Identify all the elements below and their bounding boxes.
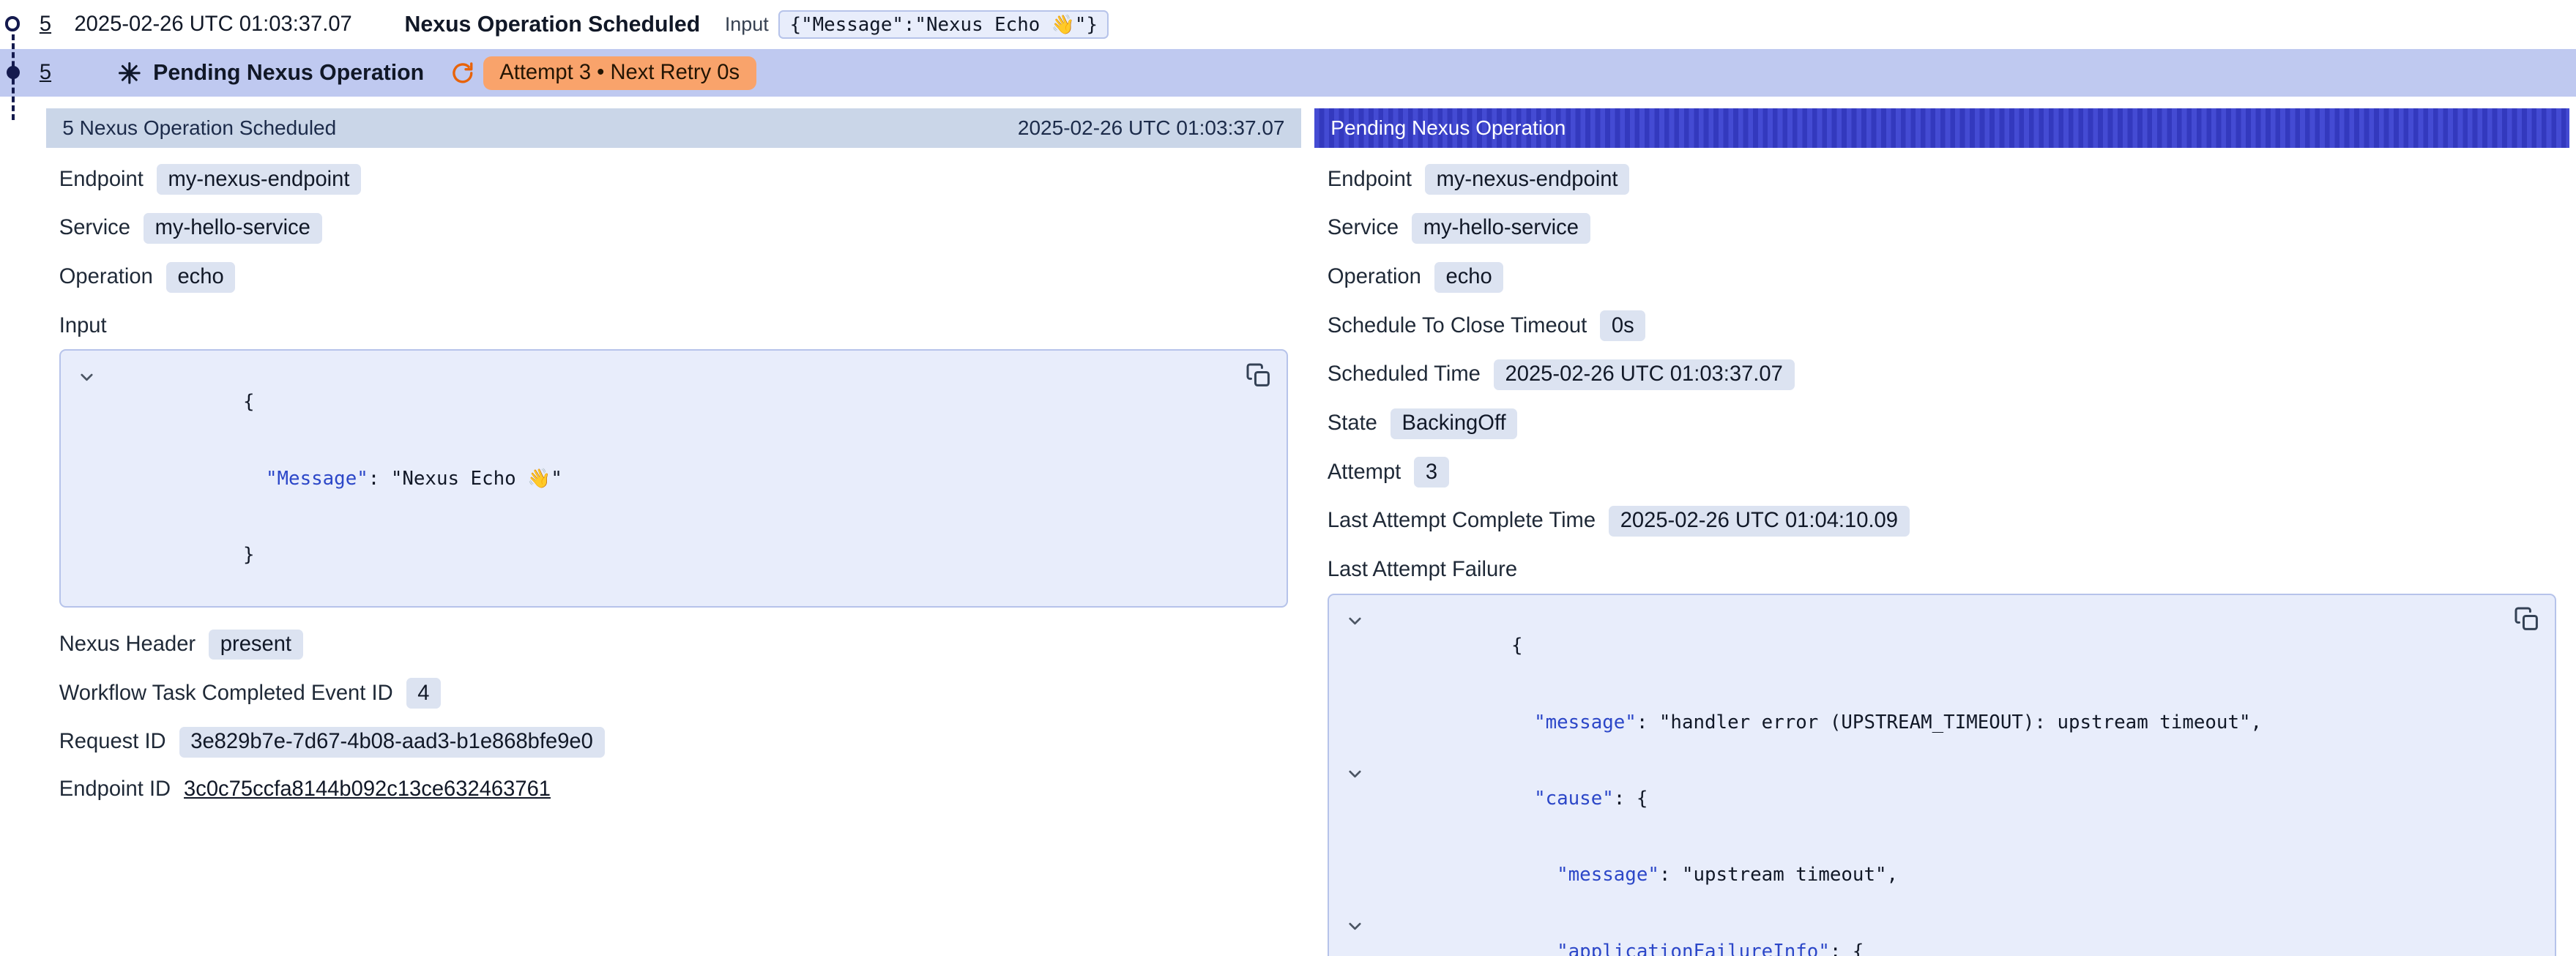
chevron-down-icon[interactable] xyxy=(1345,916,1365,936)
detail-row-workflow-task-completed-event-id: Workflow Task Completed Event ID 4 xyxy=(59,678,1288,709)
detail-value-chip: my-hello-service xyxy=(144,213,322,244)
scheduled-event-panel: 5 Nexus Operation Scheduled 2025-02-26 U… xyxy=(46,108,1301,821)
detail-value-chip: 4 xyxy=(406,678,442,709)
detail-value-chip: present xyxy=(209,630,303,660)
timeline-node-outline-icon xyxy=(5,16,20,31)
detail-label: Attempt xyxy=(1328,460,1401,485)
detail-value-chip: my-nexus-endpoint xyxy=(157,164,361,195)
detail-value-chip: 3e829b7e-7d67-4b08-aad3-b1e868bfe9e0 xyxy=(179,727,605,758)
event-id-link[interactable]: 5 xyxy=(40,61,51,85)
endpoint-id-link[interactable]: 3c0c75ccfa8144b092c13ce632463761 xyxy=(184,777,551,802)
detail-label: Scheduled Time xyxy=(1328,362,1481,386)
chevron-down-icon[interactable] xyxy=(77,367,97,387)
detail-row-schedule-to-close-timeout: Schedule To Close Timeout 0s xyxy=(1328,310,2556,341)
input-preview-chip[interactable]: {"Message":"Nexus Echo 👋"} xyxy=(778,10,1109,38)
json-line: { xyxy=(107,364,1228,440)
detail-row-scheduled-time: Scheduled Time 2025-02-26 UTC 01:03:37.0… xyxy=(1328,359,2556,390)
event-title: Pending Nexus Operation xyxy=(153,61,424,86)
detail-label: Request ID xyxy=(59,730,166,754)
detail-label: Endpoint xyxy=(1328,168,1412,192)
retry-icon xyxy=(450,61,475,86)
timeline-node-filled-icon xyxy=(7,66,20,79)
detail-label: Operation xyxy=(1328,265,1421,289)
input-block-label: Input xyxy=(59,314,1288,338)
input-json-viewer: { "Message": "Nexus Echo 👋" } xyxy=(59,349,1288,608)
event-id-link[interactable]: 5 xyxy=(40,12,51,37)
detail-label: Nexus Header xyxy=(59,632,196,657)
event-detail-panels: 5 Nexus Operation Scheduled 2025-02-26 U… xyxy=(0,97,2576,955)
detail-value-chip: 2025-02-26 UTC 01:04:10.09 xyxy=(1609,506,1910,537)
detail-value-chip: 3 xyxy=(1414,457,1449,488)
detail-label: Service xyxy=(1328,216,1399,240)
copy-icon[interactable] xyxy=(2514,606,2540,632)
detail-row-request-id: Request ID 3e829b7e-7d67-4b08-aad3-b1e86… xyxy=(59,727,1288,758)
detail-row-endpoint: Endpoint my-nexus-endpoint xyxy=(1328,164,2556,195)
detail-label: Workflow Task Completed Event ID xyxy=(59,681,393,706)
event-timeline-gutter xyxy=(0,0,29,138)
detail-label: Schedule To Close Timeout xyxy=(1328,314,1587,338)
detail-value-chip: BackingOff xyxy=(1391,408,1518,439)
detail-row-operation: Operation echo xyxy=(59,262,1288,293)
json-line: "Message": "Nexus Echo 👋" xyxy=(107,441,1228,517)
detail-label: State xyxy=(1328,411,1377,436)
failure-json-viewer: { "message": "handler error (UPSTREAM_TI… xyxy=(1328,594,2556,956)
detail-label: Last Attempt Complete Time xyxy=(1328,509,1596,533)
scheduled-panel-body: Endpoint my-nexus-endpoint Service my-he… xyxy=(46,148,1301,804)
detail-label: Service xyxy=(59,216,130,240)
detail-row-service: Service my-hello-service xyxy=(1328,213,2556,244)
json-line: "message": "upstream timeout", xyxy=(1375,837,2496,914)
retry-attempt-badge: Attempt 3 • Next Retry 0s xyxy=(483,56,756,90)
chevron-down-icon[interactable] xyxy=(1345,611,1365,631)
detail-row-operation: Operation echo xyxy=(1328,262,2556,293)
detail-label: Operation xyxy=(59,265,153,289)
workflow-event-history-view: 5 2025-02-26 UTC 01:03:37.07 Nexus Opera… xyxy=(0,0,2576,956)
detail-value-chip: echo xyxy=(166,262,236,293)
pending-asterisk-icon xyxy=(117,61,142,86)
detail-value-chip: 0s xyxy=(1600,310,1645,341)
event-title: Nexus Operation Scheduled xyxy=(405,12,701,37)
event-timestamp: 2025-02-26 UTC 01:03:37.07 xyxy=(74,12,351,37)
chevron-down-icon[interactable] xyxy=(1345,764,1365,784)
json-line: "message": "handler error (UPSTREAM_TIME… xyxy=(1375,684,2496,761)
last-attempt-failure-label: Last Attempt Failure xyxy=(1328,558,2556,582)
panel-title: 5 Nexus Operation Scheduled xyxy=(62,116,336,140)
copy-icon[interactable] xyxy=(1246,362,1272,389)
json-line: "applicationFailureInfo": { xyxy=(1375,914,2496,956)
detail-label: Endpoint ID xyxy=(59,777,171,802)
detail-value-chip: echo xyxy=(1434,262,1504,293)
detail-row-nexus-header: Nexus Header present xyxy=(59,630,1288,660)
pending-operation-panel: Pending Nexus Operation Endpoint my-nexu… xyxy=(1314,108,2569,956)
json-line: } xyxy=(107,517,1228,593)
event-row-pending-nexus-operation[interactable]: 5 Pending Nexus Operation Attempt 3 • Ne… xyxy=(0,49,2576,97)
detail-row-endpoint: Endpoint my-nexus-endpoint xyxy=(59,164,1288,195)
pending-panel-body: Endpoint my-nexus-endpoint Service my-he… xyxy=(1314,148,2569,956)
detail-value-chip: 2025-02-26 UTC 01:03:37.07 xyxy=(1494,359,1795,390)
detail-label: Endpoint xyxy=(59,168,144,192)
panel-timestamp: 2025-02-26 UTC 01:03:37.07 xyxy=(1018,116,1285,140)
input-label: Input xyxy=(725,13,769,36)
detail-row-service: Service my-hello-service xyxy=(59,213,1288,244)
detail-row-endpoint-id: Endpoint ID 3c0c75ccfa8144b092c13ce63246… xyxy=(59,775,1288,803)
json-line: { xyxy=(1375,608,2496,684)
pending-panel-header: Pending Nexus Operation xyxy=(1314,108,2569,148)
detail-value-chip: my-nexus-endpoint xyxy=(1425,164,1629,195)
detail-row-last-attempt-complete-time: Last Attempt Complete Time 2025-02-26 UT… xyxy=(1328,506,2556,537)
json-line: "cause": { xyxy=(1375,761,2496,837)
detail-value-chip: my-hello-service xyxy=(1412,213,1590,244)
detail-row-state: State BackingOff xyxy=(1328,408,2556,439)
detail-row-attempt: Attempt 3 xyxy=(1328,457,2556,488)
event-row-nexus-operation-scheduled[interactable]: 5 2025-02-26 UTC 01:03:37.07 Nexus Opera… xyxy=(0,0,2576,49)
panel-title: Pending Nexus Operation xyxy=(1330,116,1566,140)
scheduled-panel-header[interactable]: 5 Nexus Operation Scheduled 2025-02-26 U… xyxy=(46,108,1301,148)
